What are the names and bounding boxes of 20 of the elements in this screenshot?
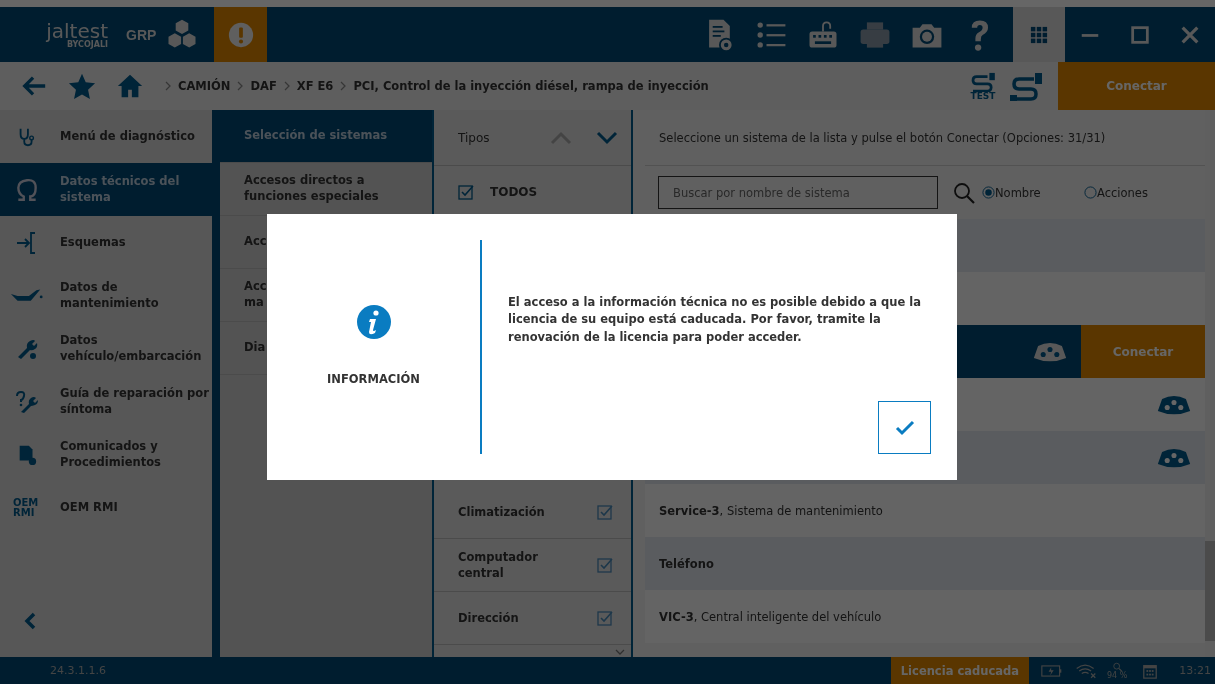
- license-status-badge: Licencia caducada: [890, 657, 1029, 684]
- oem-rmi-icon: OEM RMI: [13, 498, 41, 517]
- mode-label: GRP: [126, 26, 157, 43]
- type-label: Climatización: [458, 503, 546, 521]
- type-label: Dirección: [458, 609, 520, 627]
- system-name: Teléfono: [659, 556, 714, 571]
- radio-label: Acciones: [1097, 185, 1148, 200]
- instruction-text: Seleccione un sistema de la lista y pulse el botón Conectar (Opciones: 31/31): [659, 130, 1106, 145]
- app-logo: jaltest BYCOJALI: [45, 20, 108, 49]
- dialog-message: El acceso a la información técnica no es posible debido a que la licencia de su equipo está caducada. Por favor, tramite la renovación de la licencia para poder acceder.: [508, 294, 922, 346]
- types-label: Tipos: [458, 130, 490, 145]
- system-name: Service-3, Sistema de mantenimiento: [659, 503, 883, 518]
- dialog-title: INFORMACIÓN: [327, 372, 420, 386]
- type-label: TODOS: [490, 183, 539, 201]
- version-text: 24.3.1.1.6: [50, 664, 106, 677]
- clock-text: 13:21: [1179, 664, 1211, 677]
- system-name: VIC-3, Central inteligente del vehículo: [659, 609, 882, 624]
- percentage-text: 94 %: [1106, 671, 1128, 680]
- type-label: Computador central: [458, 548, 539, 582]
- radio-label: Nombre: [995, 185, 1041, 200]
